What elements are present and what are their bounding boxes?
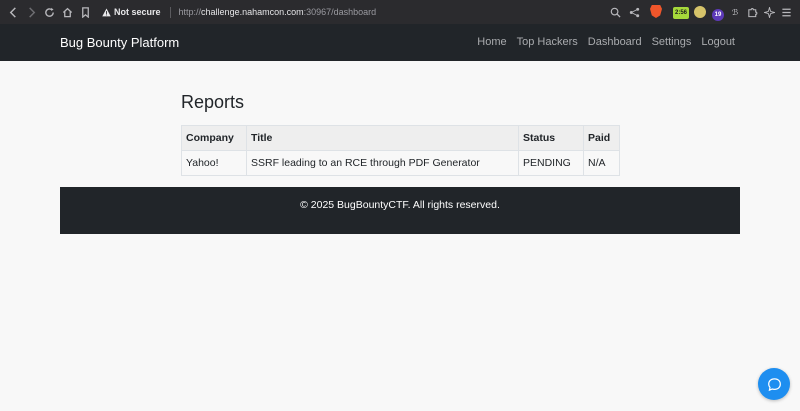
nav-settings[interactable]: Settings	[652, 36, 692, 48]
site-footer: © 2025 BugBountyCTF. All rights reserved…	[60, 187, 740, 234]
forward-button[interactable]	[22, 0, 40, 24]
cell-company: Yahoo!	[181, 150, 247, 176]
url-divider	[169, 6, 171, 18]
back-icon	[9, 6, 16, 18]
column-company: Company	[181, 125, 247, 151]
reload-icon	[44, 7, 54, 17]
cell-title: SSRF leading to an RCE through PDF Gener…	[246, 150, 519, 176]
chat-button[interactable]	[758, 368, 790, 400]
cell-paid: N/A	[583, 150, 620, 176]
security-label[interactable]: Not secure	[114, 7, 161, 17]
forward-icon	[28, 6, 35, 18]
nav-links: Home Top Hackers Dashboard Settings Logo…	[467, 36, 735, 48]
home-button[interactable]	[58, 0, 76, 24]
zoom-button[interactable]	[607, 0, 623, 24]
site-navbar: Bug Bounty Platform Home Top Hackers Das…	[0, 24, 800, 61]
home-icon	[62, 7, 72, 17]
bookmark-button[interactable]	[76, 0, 94, 24]
extension-text-icon[interactable]: ℬ	[727, 0, 743, 24]
footer-text: © 2025 BugBountyCTF. All rights reserved…	[300, 199, 500, 211]
share-button[interactable]	[626, 0, 642, 24]
address-bar[interactable]: Not secure http://challenge.nahamcon.com…	[96, 3, 632, 21]
back-button[interactable]	[4, 0, 22, 24]
menu-icon	[781, 8, 791, 16]
leo-button[interactable]	[761, 0, 777, 24]
reports-table: Company Title Status Paid Yahoo! SSRF le…	[181, 125, 620, 176]
column-status: Status	[518, 125, 584, 151]
page-title: Reports	[181, 92, 245, 112]
column-title: Title	[246, 125, 519, 151]
zoom-icon	[610, 7, 621, 18]
main-content: Reports Company Title Status Paid Yahoo!…	[181, 92, 641, 176]
chat-icon	[767, 377, 781, 391]
nav-dashboard[interactable]: Dashboard	[588, 36, 642, 48]
menu-button[interactable]	[778, 0, 794, 24]
extension-count-badge[interactable]: 19	[712, 9, 724, 21]
browser-toolbar: Not secure http://challenge.nahamcon.com…	[0, 0, 800, 24]
warning-icon	[100, 6, 112, 18]
extensions-button[interactable]	[744, 0, 760, 24]
nav-top-hackers[interactable]: Top Hackers	[517, 36, 578, 48]
column-paid: Paid	[583, 125, 620, 151]
bookmark-icon	[81, 6, 89, 18]
puzzle-icon	[747, 7, 757, 17]
share-icon	[629, 7, 639, 17]
url-text[interactable]: http://challenge.nahamcon.com:30967/dash…	[179, 7, 377, 17]
cell-status: PENDING	[518, 150, 584, 176]
extension-icon[interactable]	[694, 6, 706, 18]
reload-button[interactable]	[40, 0, 58, 24]
extension-badge[interactable]: 2:56	[673, 7, 690, 19]
table-row: Yahoo! SSRF leading to an RCE through PD…	[181, 150, 620, 176]
nav-logout[interactable]: Logout	[701, 36, 735, 48]
nav-home[interactable]: Home	[477, 36, 506, 48]
sparkle-icon	[763, 6, 775, 18]
brave-shield-icon[interactable]	[650, 5, 662, 18]
table-header-row: Company Title Status Paid	[181, 125, 620, 151]
brand-link[interactable]: Bug Bounty Platform	[60, 35, 179, 50]
